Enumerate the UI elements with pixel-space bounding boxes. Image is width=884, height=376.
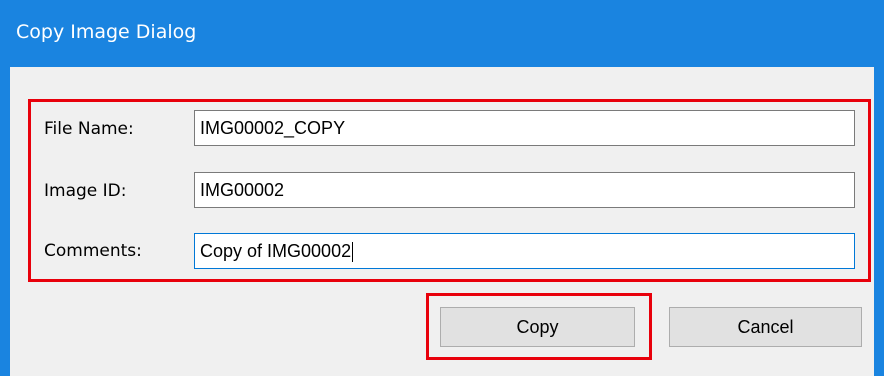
cancel-button[interactable]: Cancel — [669, 307, 862, 347]
copy-image-dialog: Copy Image Dialog File Name: IMG00002_CO… — [0, 0, 884, 376]
title-bar[interactable]: Copy Image Dialog — [0, 0, 884, 67]
copy-button-highlight-box — [426, 293, 652, 360]
window-title: Copy Image Dialog — [16, 21, 197, 43]
fields-highlight-box — [28, 99, 871, 282]
window-frame-right — [874, 67, 884, 376]
window-frame-left — [0, 67, 10, 376]
